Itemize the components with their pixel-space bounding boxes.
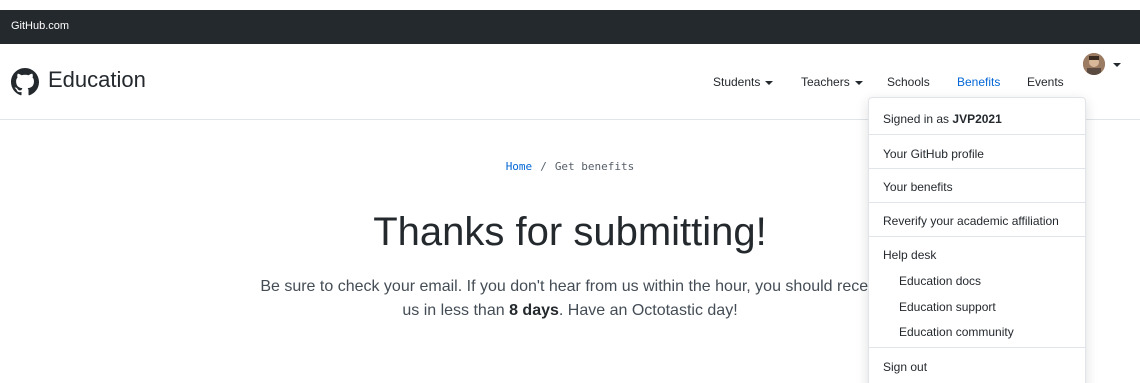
avatar[interactable] [1083,53,1105,75]
menu-divider [869,236,1085,237]
avatar-chevron-down-icon[interactable] [1113,63,1121,67]
chevron-down-icon [765,80,774,85]
menu-item-reverify[interactable]: Reverify your academic affiliation [869,214,1085,228]
breadcrumb-home-link[interactable]: Home [506,160,533,173]
nav-benefits[interactable]: Benefits [957,75,1000,89]
nav-students-label: Students [713,75,761,89]
top-bar: GitHub.com [0,10,1140,44]
menu-divider [869,134,1085,135]
menu-item-education-support[interactable]: Education support [869,300,1085,314]
github-com-link[interactable]: GitHub.com [11,20,69,32]
menu-item-education-docs[interactable]: Education docs [869,274,1085,288]
signed-in-prefix: Signed in as [883,112,953,126]
menu-heading-help-desk: Help desk [883,248,937,262]
line-2-prefix: us in less than [402,302,510,319]
user-avatar-icon [1083,53,1105,75]
chevron-down-icon [854,80,863,85]
nav-teachers-label: Teachers [801,75,850,89]
menu-divider [869,202,1085,203]
menu-divider [869,347,1085,348]
menu-item-sign-out[interactable]: Sign out [869,360,1085,374]
nav-students[interactable]: Students [713,75,774,89]
nav-schools[interactable]: Schools [887,75,930,89]
signed-in-username: JVP2021 [952,112,1002,126]
menu-item-profile[interactable]: Your GitHub profile [869,147,1085,161]
breadcrumb-separator: / [540,160,547,173]
line-2-suffix: . Have an Octotastic day! [558,302,738,319]
breadcrumb-current: Get benefits [554,160,635,173]
menu-divider [869,168,1085,169]
line-2-days: 8 days [509,302,559,319]
user-dropdown-menu: Signed in as JVP2021 Your GitHub profile… [868,97,1086,383]
github-logo-icon[interactable] [11,68,39,96]
nav-events[interactable]: Events [1027,75,1064,89]
menu-item-education-community[interactable]: Education community [869,325,1085,339]
education-title[interactable]: Education [48,67,146,93]
signed-in-as: Signed in as JVP2021 [869,112,1085,126]
nav-teachers[interactable]: Teachers [801,75,863,89]
menu-item-benefits[interactable]: Your benefits [869,180,1085,194]
